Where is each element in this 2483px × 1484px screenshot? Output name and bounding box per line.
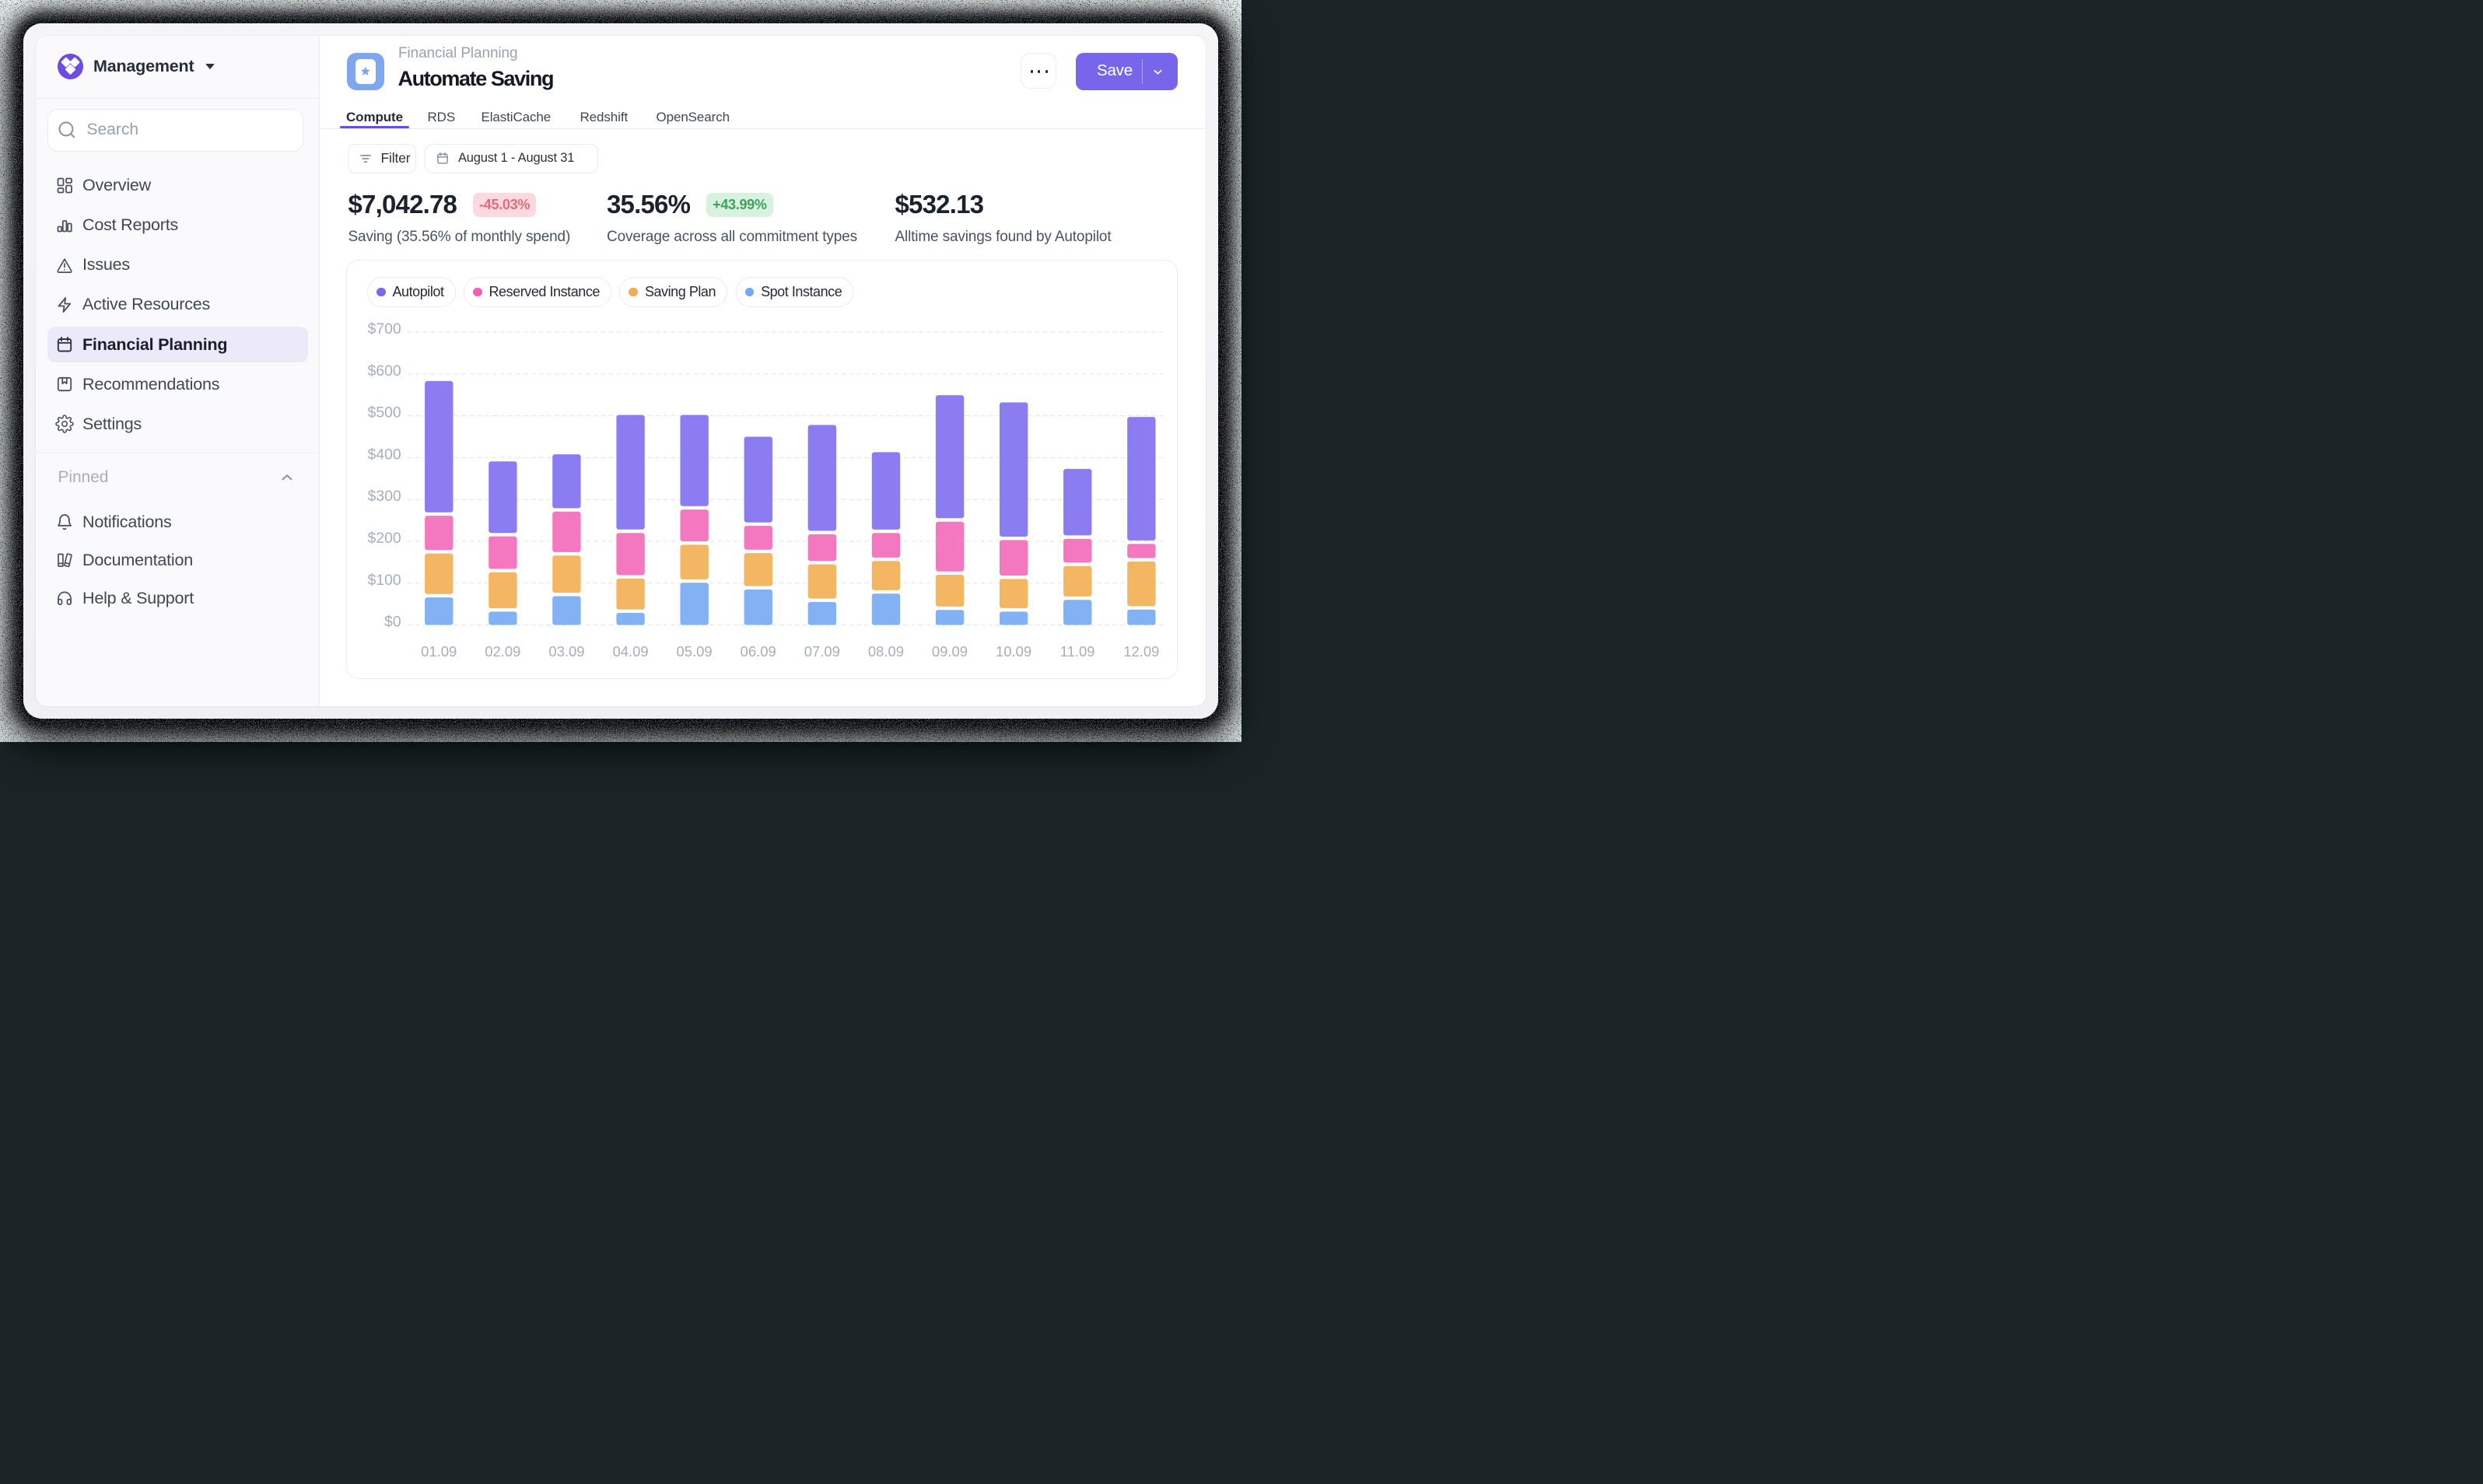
svg-text:$200: $200 <box>368 530 401 547</box>
svg-text:09.09: 09.09 <box>932 643 968 660</box>
svg-text:07.09: 07.09 <box>804 643 840 660</box>
svg-text:10.09: 10.09 <box>996 643 1031 660</box>
svg-text:05.09: 05.09 <box>677 643 713 660</box>
svg-text:$400: $400 <box>368 446 401 463</box>
svg-text:06.09: 06.09 <box>741 643 776 660</box>
svg-text:12.09: 12.09 <box>1123 643 1159 660</box>
svg-text:01.09: 01.09 <box>421 643 457 660</box>
svg-text:04.09: 04.09 <box>612 643 648 660</box>
svg-text:$0: $0 <box>384 614 401 631</box>
svg-text:11.09: 11.09 <box>1060 643 1095 660</box>
svg-text:$300: $300 <box>368 488 401 505</box>
svg-text:03.09: 03.09 <box>548 643 584 660</box>
svg-text:02.09: 02.09 <box>485 643 520 660</box>
svg-text:$600: $600 <box>368 362 401 380</box>
svg-text:$500: $500 <box>368 404 401 422</box>
svg-text:$700: $700 <box>368 320 401 338</box>
svg-text:08.09: 08.09 <box>868 643 904 660</box>
svg-text:$100: $100 <box>368 572 401 589</box>
